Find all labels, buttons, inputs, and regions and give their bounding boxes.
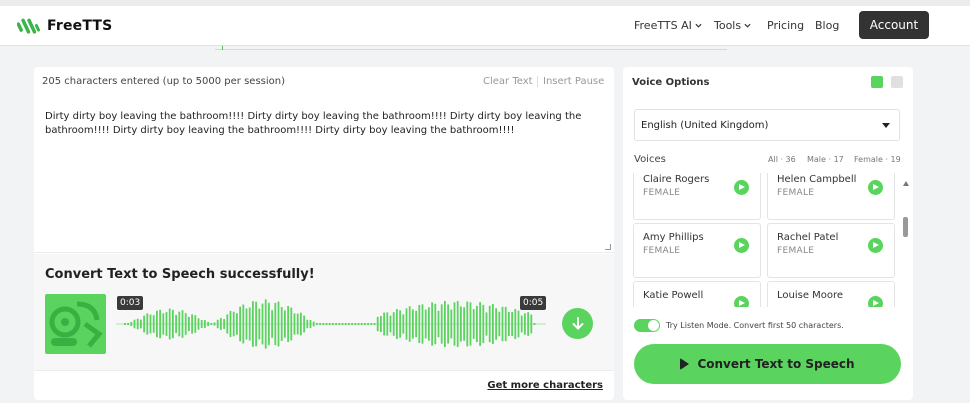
brand-graphic-icon: [49, 301, 103, 348]
play-icon[interactable]: [868, 296, 883, 307]
logo-icon: [17, 18, 41, 34]
nav-tools[interactable]: Tools: [714, 19, 751, 32]
voice-name: Helen Campbell: [777, 174, 857, 185]
voice-name: Louise Moore: [777, 290, 844, 301]
insert-pause-button[interactable]: Insert Pause: [543, 76, 604, 87]
voice-gender: FEMALE: [643, 188, 681, 198]
nav-tools-label: Tools: [714, 19, 742, 32]
scroll-thumb[interactable]: [903, 217, 908, 237]
nav-pricing-label: Pricing: [767, 19, 805, 32]
voice-gender: FEMALE: [777, 246, 815, 256]
audio-waveform[interactable]: [116, 294, 546, 354]
caret-down-icon: [882, 123, 890, 128]
play-icon: [680, 358, 690, 370]
list-view-icon[interactable]: [891, 76, 903, 88]
voice-name: Rachel Patel: [777, 232, 839, 243]
convert-button[interactable]: Convert Text to Speech: [634, 344, 901, 384]
download-button[interactable]: [562, 308, 593, 339]
result-area: Convert Text to Speech successfully! 0:0…: [34, 254, 614, 370]
nav-freetts-ai-label: FreeTTS AI: [634, 19, 692, 32]
nav-blog-label: Blog: [815, 19, 840, 32]
voice-card[interactable]: Katie Powell: [633, 281, 761, 307]
time-start-badge: 0:03: [117, 296, 144, 310]
text-input[interactable]: Dirty dirty boy leaving the bathroom!!!!…: [45, 110, 605, 138]
play-icon[interactable]: [734, 180, 749, 195]
voice-gender: FEMALE: [777, 188, 815, 198]
progress-strip: [215, 46, 727, 50]
grid-view-icon[interactable]: [871, 76, 883, 88]
play-icon[interactable]: [868, 180, 883, 195]
progress-tick: [222, 46, 223, 50]
clear-text-button[interactable]: Clear Text: [483, 76, 533, 87]
voice-options-title: Voice Options: [632, 77, 710, 88]
scroll-up-icon[interactable]: [903, 181, 909, 186]
convert-button-label: Convert Text to Speech: [697, 357, 855, 371]
listen-mode-toggle[interactable]: [634, 319, 660, 332]
voice-card[interactable]: Helen Campbell FEMALE: [767, 173, 895, 220]
voice-card[interactable]: Claire Rogers FEMALE: [633, 173, 761, 220]
chevron-down-icon: [695, 23, 702, 28]
filter-male[interactable]: Male · 17: [807, 155, 844, 164]
voice-card[interactable]: Louise Moore: [767, 281, 895, 307]
text-editor[interactable]: 205 characters entered (up to 5000 per s…: [34, 67, 614, 253]
nav-pricing[interactable]: Pricing: [767, 19, 804, 32]
chevron-down-icon: [744, 23, 751, 28]
resize-handle[interactable]: [605, 244, 611, 250]
more-bar: Get more characters: [34, 370, 614, 400]
voice-card[interactable]: Amy Phillips FEMALE: [633, 223, 761, 278]
nav-freetts-ai[interactable]: FreeTTS AI: [634, 19, 702, 32]
divider: [537, 76, 538, 87]
voice-card[interactable]: Rachel Patel FEMALE: [767, 223, 895, 278]
nav-blog[interactable]: Blog: [815, 19, 839, 32]
language-select[interactable]: English (United Kingdom): [634, 109, 900, 141]
get-more-characters-link[interactable]: Get more characters: [487, 380, 603, 391]
filter-female[interactable]: Female · 19: [854, 155, 901, 164]
time-end-badge: 0:05: [520, 296, 547, 310]
play-icon[interactable]: [868, 238, 883, 253]
logo[interactable]: FreeTTS: [17, 16, 112, 36]
voice-options-panel: Voice Options English (United Kingdom) V…: [623, 67, 913, 400]
voice-name: Katie Powell: [643, 290, 704, 301]
account-button[interactable]: Account: [859, 11, 929, 39]
editor-panel: 205 characters entered (up to 5000 per s…: [34, 67, 614, 400]
download-icon: [572, 316, 583, 330]
char-count: 205 characters entered (up to 5000 per s…: [42, 76, 285, 87]
voice-name: Amy Phillips: [643, 232, 704, 243]
voices-label: Voices: [634, 154, 666, 165]
result-title: Convert Text to Speech successfully!: [45, 267, 315, 282]
audio-thumbnail: [45, 294, 106, 354]
voice-list-scrollbar[interactable]: [902, 177, 910, 305]
language-select-value: English (United Kingdom): [641, 120, 769, 131]
top-navbar: FreeTTS FreeTTS AI Tools Pricing Blog Ac…: [0, 0, 970, 50]
play-icon[interactable]: [734, 238, 749, 253]
logo-text: FreeTTS: [47, 18, 113, 34]
listen-mode-label: Try Listen Mode. Convert first 50 charac…: [666, 321, 844, 330]
play-icon[interactable]: [734, 296, 749, 307]
voice-gender: FEMALE: [643, 246, 681, 256]
voice-list: Claire Rogers FEMALE Helen Campbell FEMA…: [633, 173, 897, 307]
voice-name: Claire Rogers: [643, 174, 710, 185]
toggle-knob: [648, 320, 659, 331]
filter-all[interactable]: All · 36: [768, 155, 796, 164]
